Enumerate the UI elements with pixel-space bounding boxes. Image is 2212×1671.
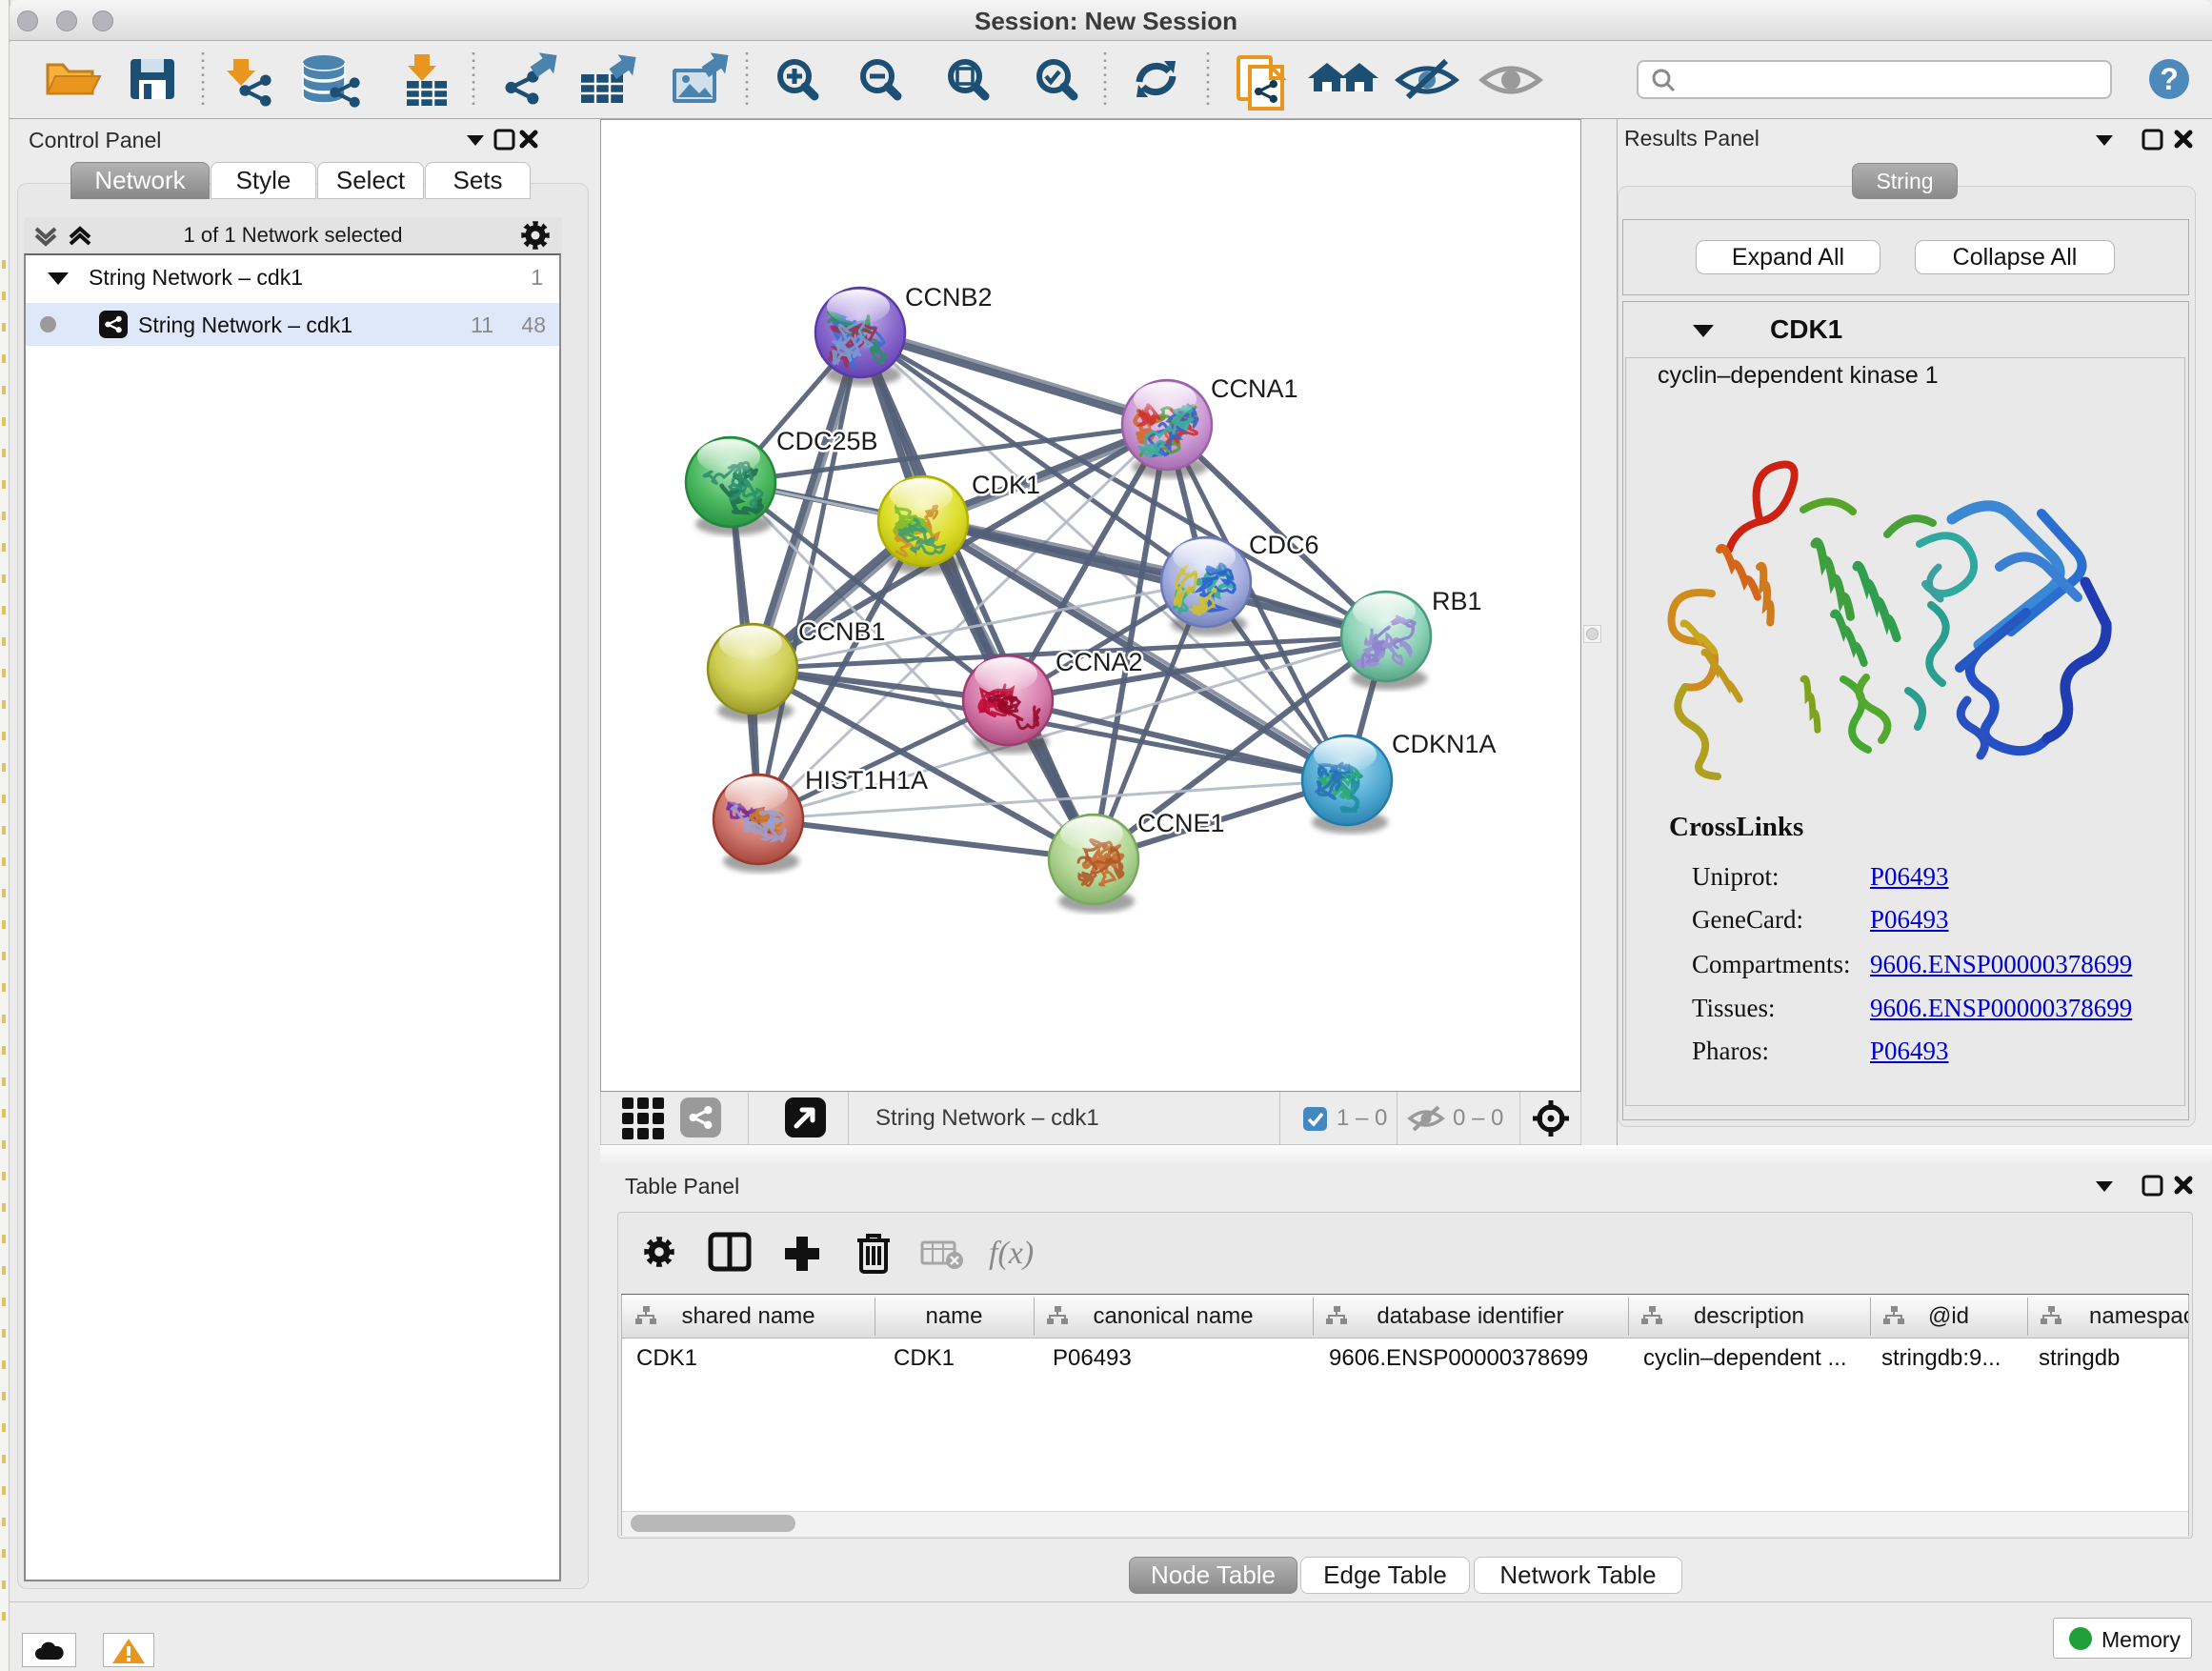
svg-text:?: ?	[2160, 62, 2179, 96]
svg-text:CDC6: CDC6	[1249, 531, 1319, 559]
svg-text:CDK1: CDK1	[972, 471, 1040, 499]
svg-text:CCNB2: CCNB2	[905, 283, 993, 312]
svg-text:CCNA1: CCNA1	[1211, 374, 1298, 403]
svg-text:CCNA2: CCNA2	[1056, 648, 1143, 676]
svg-text:CCNE1: CCNE1	[1137, 809, 1225, 837]
svg-text:RB1: RB1	[1432, 587, 1482, 615]
svg-text:f(x): f(x)	[989, 1236, 1034, 1271]
svg-text:CDC25B: CDC25B	[776, 427, 878, 455]
svg-text:CDKN1A: CDKN1A	[1392, 730, 1497, 758]
svg-text:CCNB1: CCNB1	[798, 617, 886, 646]
svg-text:HIST1H1A: HIST1H1A	[805, 766, 928, 795]
